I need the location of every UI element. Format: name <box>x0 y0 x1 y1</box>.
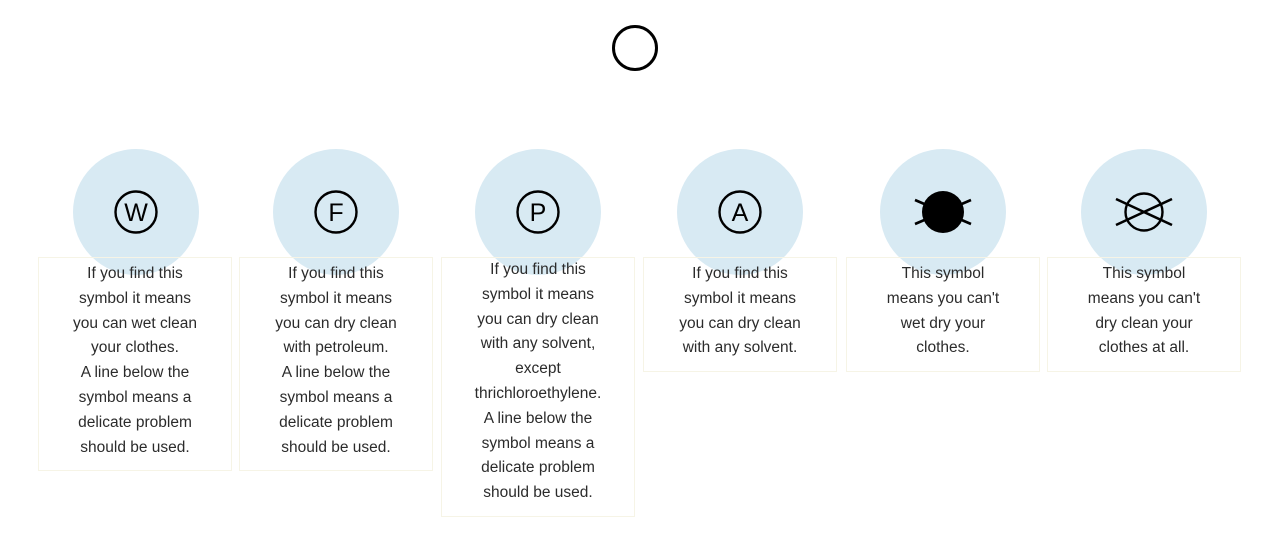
description-text: This symbol means you can't wet dry your… <box>886 265 1000 357</box>
description-box: If you find this symbol it means you can… <box>643 257 837 373</box>
plain-circle-icon <box>612 25 658 71</box>
svg-text:P: P <box>530 199 547 227</box>
circle-w-icon: W <box>114 190 158 234</box>
svg-text:A: A <box>732 199 749 227</box>
circle-p-icon: P <box>516 190 560 234</box>
description-text: If you find this symbol it means you can… <box>72 265 198 456</box>
description-text: If you find this symbol it means you can… <box>474 261 602 502</box>
description-box: If you find this symbol it means you can… <box>38 257 232 472</box>
svg-text:F: F <box>328 199 343 227</box>
description-box: This symbol means you can't wet dry your… <box>846 257 1040 373</box>
description-text: If you find this symbol it means you can… <box>679 265 801 357</box>
svg-text:W: W <box>124 199 148 227</box>
circle-f-icon: F <box>314 190 358 234</box>
description-text: If you find this symbol it means you can… <box>275 265 397 456</box>
description-box: This symbol means you can't dry clean yo… <box>1047 257 1241 373</box>
circle-crossed-icon <box>1115 192 1173 232</box>
circle-a-icon: A <box>718 190 762 234</box>
description-text: This symbol means you can't dry clean yo… <box>1087 265 1201 357</box>
description-box: If you find this symbol it means you can… <box>441 257 635 517</box>
filled-circle-crossed-icon <box>914 191 972 233</box>
description-box: If you find this symbol it means you can… <box>239 257 433 472</box>
